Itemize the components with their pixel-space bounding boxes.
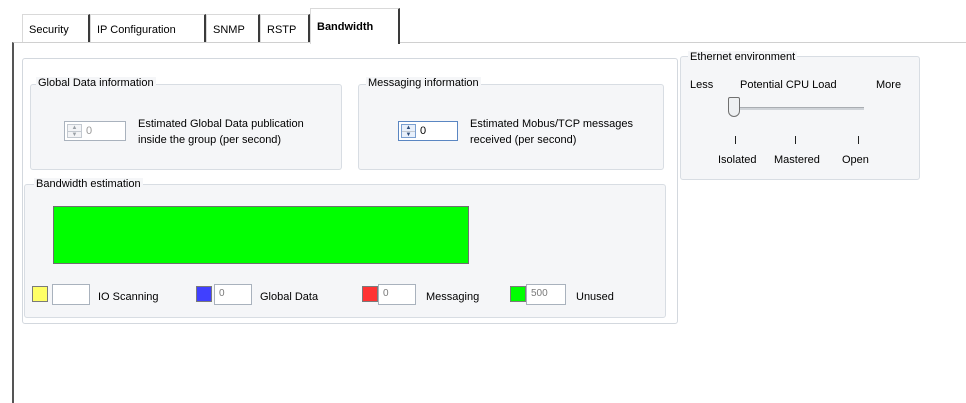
io-scanning-swatch [32,286,48,302]
global-data-spin[interactable]: ▲ ▼ 0 [64,121,126,141]
unused-value: 500 [526,284,566,305]
messaging-spin-value: 0 [420,125,427,137]
global-data-label: Global Data [260,291,319,303]
cpu-load-less-label: Less [690,79,714,91]
global-data-description-1: Estimated Global Data publication [138,118,304,130]
bandwidth-bar [53,206,469,264]
cpu-load-title: Potential CPU Load [740,79,837,91]
tab-ip-configuration[interactable]: IP Configuration [90,14,206,42]
down-arrow-icon[interactable]: ▼ [68,131,81,138]
unused-swatch [510,286,526,302]
spin-arrows[interactable]: ▲ ▼ [67,124,82,138]
slider-option-mastered: Mastered [774,154,820,166]
ethernet-environment-title: Ethernet environment [688,51,798,63]
messaging-swatch [362,286,378,302]
cpu-load-more-label: More [876,79,902,91]
global-data-title: Global Data information [36,77,156,89]
messaging-spin[interactable]: ▲ ▼ 0 [398,121,458,141]
slider-option-open: Open [842,154,869,166]
cpu-load-slider-track[interactable] [734,107,864,110]
bandwidth-bar-unused [54,207,468,263]
global-data-swatch [196,286,212,302]
tab-security[interactable]: Security [22,14,90,42]
io-scanning-label: IO Scanning [98,291,159,303]
io-scanning-value [52,284,90,305]
global-data-description-2: inside the group (per second) [138,134,282,146]
slider-option-isolated: Isolated [718,154,757,166]
active-tab-join [316,40,396,44]
tab-bandwidth[interactable]: Bandwidth [310,8,400,44]
slider-tick-isolated [735,136,736,144]
messaging-description-1: Estimated Mobus/TCP messages [470,118,634,130]
unused-label: Unused [576,291,614,303]
global-data-spin-value: 0 [86,125,93,137]
global-data-value: 0 [214,284,252,305]
down-arrow-icon[interactable]: ▼ [402,131,415,138]
tab-snmp[interactable]: SNMP [206,14,260,42]
spin-arrows[interactable]: ▲ ▼ [401,124,416,138]
slider-tick-mastered [795,136,796,144]
messaging-label: Messaging [426,291,480,303]
messaging-value: 0 [378,284,416,305]
messaging-description-2: received (per second) [470,134,577,146]
messaging-title: Messaging information [366,77,481,89]
cpu-load-slider-thumb[interactable] [728,97,740,117]
bandwidth-estimation-title: Bandwidth estimation [34,178,143,190]
tab-rstp[interactable]: RSTP [260,14,310,42]
slider-tick-open [858,136,859,144]
